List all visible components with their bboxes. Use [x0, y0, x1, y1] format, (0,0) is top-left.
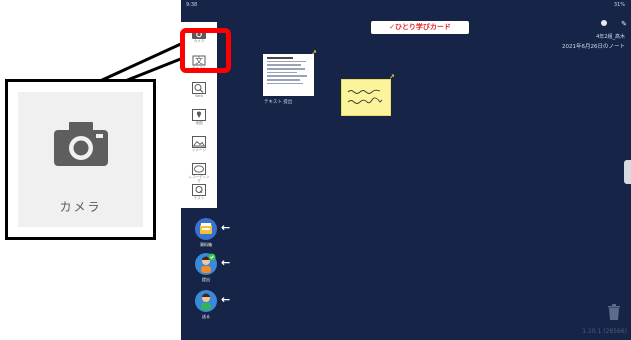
doc-line — [267, 82, 304, 85]
trash-icon — [608, 304, 620, 320]
page: 9:38 31% ✓ひとり学びカード ✎ 4年2組_高木 2021年6月26日の… — [0, 0, 631, 340]
image-tool-label: イメージ — [192, 148, 206, 152]
record-icon — [192, 163, 206, 175]
pin-icon: ↗ — [389, 73, 395, 81]
card-title-button[interactable]: ✓ひとり学びカード — [371, 21, 469, 34]
camera-icon — [54, 122, 108, 166]
arrow-left-icon: ← — [221, 256, 231, 269]
side-panel-handle[interactable] — [624, 160, 631, 184]
note-date: 2021年6月26日のノート — [562, 44, 625, 50]
doc-line — [267, 64, 302, 66]
student-send-icon — [195, 290, 217, 312]
doc-line — [267, 79, 300, 81]
document-card-caption: テキスト 提出 — [264, 100, 293, 105]
doc-line — [267, 60, 306, 63]
materials-box-icon — [195, 218, 217, 240]
quiz-icon — [192, 184, 206, 196]
submit-label: 提出 — [202, 277, 210, 282]
send-label: 送る — [202, 314, 210, 319]
tablet-screen: 9:38 31% ✓ひとり学びカード ✎ 4年2組_高木 2021年6月26日の… — [181, 0, 631, 340]
image-icon — [192, 136, 206, 148]
doc-line — [267, 71, 298, 74]
user-name: 4年2組_高木 — [596, 34, 625, 40]
send-button[interactable]: ← 送る — [195, 290, 230, 320]
doc-line — [267, 75, 307, 77]
sticky-note-card[interactable] — [341, 79, 391, 116]
quiz-tool-label: テスト — [193, 196, 205, 200]
camera-zoom-label: カメラ — [59, 200, 102, 214]
camera-highlight-box — [180, 28, 231, 73]
image-tool-button[interactable]: イメージ — [187, 136, 211, 160]
trash-button[interactable] — [607, 304, 621, 324]
document-card[interactable] — [263, 54, 314, 96]
version-text: 1.10.1 (28566) — [582, 328, 627, 335]
submit-button[interactable]: ← 提出 — [195, 253, 230, 283]
quiz-tool-button[interactable]: テスト — [187, 184, 211, 208]
student-submit-icon — [195, 253, 217, 275]
status-battery: 31% — [613, 2, 625, 8]
ellipsis-icon[interactable]: ✎ — [621, 20, 627, 28]
status-bar: 9:38 31% — [181, 0, 631, 10]
zoom-callout-inner: カメラ — [18, 92, 143, 227]
pin-icon: ↗ — [311, 49, 317, 57]
record-tool-label: レコーディング — [188, 175, 210, 183]
arrow-left-icon: ← — [221, 221, 231, 234]
doc-line — [267, 57, 293, 59]
user-avatar — [601, 20, 607, 26]
zoom-callout: カメラ — [5, 79, 156, 240]
arrow-left-icon: ← — [221, 293, 231, 306]
handwriting-scribble — [347, 89, 383, 104]
materials-button[interactable]: ← 資料箱 — [195, 218, 230, 248]
materials-label: 資料箱 — [200, 242, 212, 247]
doc-line — [267, 68, 305, 70]
